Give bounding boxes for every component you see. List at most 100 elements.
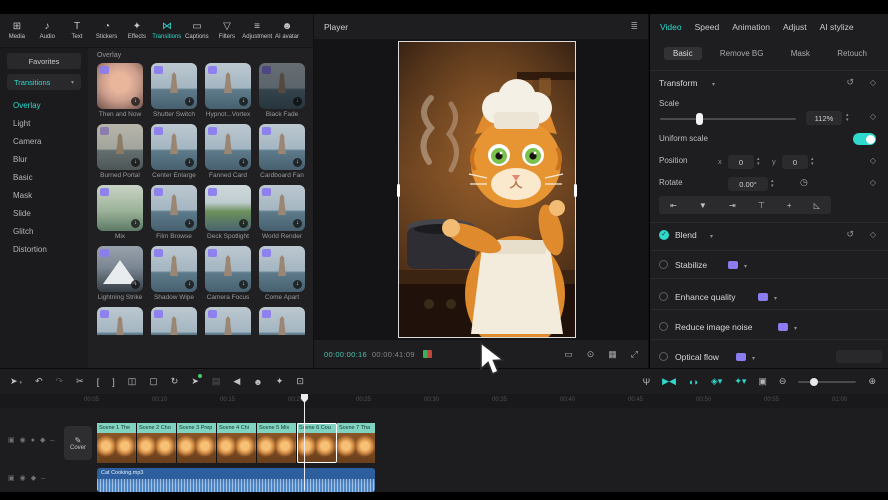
align-left-icon[interactable]: ⇤: [670, 201, 677, 210]
download-icon[interactable]: ↓: [185, 280, 194, 289]
transition-card[interactable]: ↓Deck Spotlight: [205, 185, 251, 240]
toolbar-effects[interactable]: ✦Effects: [122, 21, 152, 40]
sidebar-item-glitch[interactable]: Glitch: [0, 222, 88, 240]
position-x-field[interactable]: 0: [728, 155, 754, 169]
reset-icon[interactable]: ↺: [846, 229, 854, 240]
preview-canvas[interactable]: [314, 39, 648, 340]
auto-cut-icon[interactable]: ▶◀: [662, 376, 676, 387]
mic-icon[interactable]: Ψ: [643, 377, 651, 387]
sidebar-item-blur[interactable]: Blur: [0, 150, 88, 168]
align-bottom-icon[interactable]: ▼: [699, 201, 707, 210]
scale-value-field[interactable]: 112%: [806, 111, 842, 125]
chevron-down-icon[interactable]: ▾: [774, 295, 777, 302]
link-clips-icon[interactable]: ◈▾: [711, 376, 722, 387]
fullscreen-icon[interactable]: ⤢: [631, 349, 638, 360]
timeline-clip[interactable]: Scene 2 Cho: [137, 423, 177, 463]
timeline-zoom-slider[interactable]: [798, 381, 856, 383]
enhance-quality-checkbox[interactable]: [659, 292, 668, 301]
mirror-display-icon[interactable]: ▣: [758, 376, 767, 387]
favorites-button[interactable]: Favorites: [7, 53, 81, 69]
keyframe-icon[interactable]: ◇: [870, 156, 876, 165]
timeline-clip[interactable]: Scene 1 The: [97, 423, 137, 463]
transition-card[interactable]: [151, 307, 197, 335]
transition-card[interactable]: ↓Center Enlarge: [151, 124, 197, 179]
transition-card[interactable]: ↓Cardboard Fan: [259, 124, 305, 179]
lock-track-icon[interactable]: –: [41, 475, 45, 482]
toolbar-captions[interactable]: ▭Captions: [182, 21, 212, 40]
mute-track-icon[interactable]: ◆: [40, 436, 45, 444]
timeline-clip-selected[interactable]: Scene 6 Cou: [297, 423, 337, 463]
transition-card[interactable]: ↓Burned Portal: [97, 124, 143, 179]
align-center-icon[interactable]: +: [787, 201, 792, 210]
extract-person-icon[interactable]: ☻: [253, 377, 262, 387]
transition-card[interactable]: ↓Come Apart: [259, 246, 305, 301]
transition-card[interactable]: ↓Black Fade: [259, 63, 305, 118]
chevron-down-icon[interactable]: ▾: [744, 263, 747, 270]
transition-card[interactable]: ↓Camera Focus: [205, 246, 251, 301]
sidebar-item-slide[interactable]: Slide: [0, 204, 88, 222]
transition-card[interactable]: ↓Then and Now: [97, 63, 143, 118]
timeline-clip[interactable]: Scene 4 Chi: [217, 423, 257, 463]
droplet-icon[interactable]: ◉: [20, 474, 26, 482]
resize-handle-left[interactable]: [397, 184, 400, 197]
tab-video[interactable]: Video: [660, 22, 682, 32]
download-icon[interactable]: ↓: [131, 280, 140, 289]
rotate-dial-icon[interactable]: ◷: [800, 177, 808, 188]
align-top-icon[interactable]: ⊤: [758, 201, 765, 210]
audio-extract-icon[interactable]: ◀: [233, 376, 240, 387]
toolbar-ai-avatar[interactable]: ☻AI avatar: [272, 21, 302, 40]
transition-card[interactable]: ↓Mix: [97, 185, 143, 240]
sidebar-item-overlay[interactable]: Overlay: [0, 96, 88, 114]
keyframe-icon[interactable]: ◇: [870, 78, 876, 87]
rotate-icon[interactable]: ↻: [171, 376, 179, 387]
video-preview[interactable]: [399, 42, 575, 337]
sidebar-item-light[interactable]: Light: [0, 114, 88, 132]
resize-handle-right[interactable]: [574, 184, 577, 197]
toolbar-media[interactable]: ⊞Media: [2, 21, 32, 40]
position-y-field[interactable]: 0: [782, 155, 808, 169]
ai-select-icon[interactable]: ➤: [191, 376, 199, 387]
toolbar-audio[interactable]: ♪Audio: [32, 21, 62, 40]
toolbar-stickers[interactable]: ◔Stickers: [92, 21, 122, 40]
timeline-clip[interactable]: Scene 5 Mix: [257, 423, 297, 463]
grid-icon[interactable]: ▦: [608, 349, 617, 360]
mirror-icon[interactable]: ◫: [128, 376, 137, 387]
subtab-remove-bg[interactable]: Remove BG: [711, 47, 773, 60]
scale-stepper[interactable]: ▴▾: [846, 113, 849, 122]
position-x-stepper[interactable]: ▴▾: [757, 157, 760, 166]
trim-right-icon[interactable]: ]: [112, 377, 115, 387]
toolbar-adjustment[interactable]: ≡Adjustment: [242, 21, 272, 40]
timeline-clip[interactable]: Scene 7 Tha: [337, 423, 375, 463]
download-icon[interactable]: ↓: [239, 97, 248, 106]
transition-card[interactable]: [205, 307, 251, 335]
scale-slider-knob[interactable]: [696, 113, 703, 125]
split-icon[interactable]: ✂: [76, 376, 84, 387]
download-icon[interactable]: ↓: [239, 158, 248, 167]
mute-track-icon[interactable]: ◆: [31, 474, 36, 482]
rotate-value-field[interactable]: 0.00°: [728, 177, 768, 191]
transition-card[interactable]: ↓Fanned Card: [205, 124, 251, 179]
reset-icon[interactable]: ↺: [846, 77, 854, 88]
download-icon[interactable]: ↓: [185, 158, 194, 167]
tracks-icon[interactable]: ▤: [212, 376, 221, 387]
position-y-stepper[interactable]: ▴▾: [811, 157, 814, 166]
skew-icon[interactable]: ◺: [814, 201, 820, 210]
transition-card[interactable]: ↓Film Browse: [151, 185, 197, 240]
download-icon[interactable]: ↓: [293, 97, 302, 106]
download-icon[interactable]: ↓: [185, 219, 194, 228]
optical-flow-checkbox[interactable]: [659, 352, 668, 361]
transition-card[interactable]: ↓Lightning Strike: [97, 246, 143, 301]
audio-clip[interactable]: Cat Cooking.mp3: [97, 468, 375, 492]
toolbar-filters[interactable]: ▽Filters: [212, 21, 242, 40]
lock-track-icon[interactable]: –: [50, 437, 54, 444]
ratio-icon[interactable]: ▭: [564, 349, 573, 360]
toolbar-transitions[interactable]: ⋈Transitions: [152, 21, 182, 40]
droplet-icon[interactable]: ◉: [20, 436, 26, 444]
chevron-down-icon[interactable]: ▾: [752, 355, 755, 362]
timeline-ruler[interactable]: 00:05 00:10 00:15 00:20 00:25 00:30 00:3…: [0, 394, 888, 408]
subtab-basic[interactable]: Basic: [664, 47, 702, 60]
tab-adjust[interactable]: Adjust: [783, 22, 807, 32]
subtab-retouch[interactable]: Retouch: [828, 47, 876, 60]
download-icon[interactable]: ↓: [185, 97, 194, 106]
toggle-track-icon[interactable]: ▣: [8, 436, 15, 444]
